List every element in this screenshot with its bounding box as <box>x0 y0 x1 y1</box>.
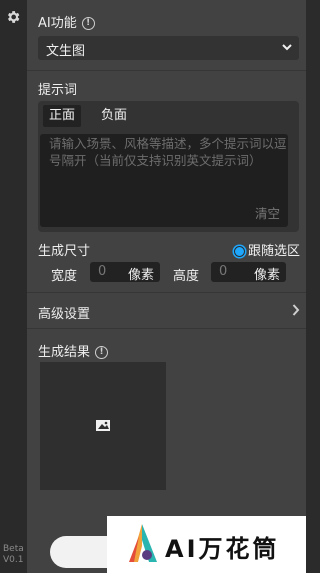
tab-positive[interactable]: 正面 <box>43 105 82 127</box>
width-input[interactable]: 0 像素 <box>90 262 160 283</box>
version-label: Beta V0.1 <box>3 544 24 565</box>
result-preview <box>40 362 166 490</box>
width-label: 宽度 <box>51 269 78 284</box>
width-value: 0 <box>98 264 107 279</box>
logo-icon <box>129 524 157 562</box>
follow-selection-checkbox[interactable]: 跟随选区 <box>234 240 300 259</box>
watermark-logo: AI万花筒 <box>107 516 306 573</box>
ai-function-title: AI功能! <box>38 12 95 31</box>
info-icon[interactable]: ! <box>95 346 109 359</box>
size-title: 生成尺寸 <box>38 244 91 259</box>
prompt-title: 提示词 <box>38 83 78 98</box>
height-label: 高度 <box>173 269 200 284</box>
clear-button[interactable]: 清空 <box>255 203 280 222</box>
radio-checked-icon <box>234 246 245 257</box>
prompt-placeholder: 请输入场景、风格等描述，多个提示词以逗号隔开（当前仅支持识别英文提示词） <box>49 136 287 168</box>
height-value: 0 <box>219 264 228 279</box>
ai-function-select[interactable]: 文生图 <box>38 36 299 60</box>
divider <box>27 328 306 329</box>
chevron-right-icon <box>292 304 300 316</box>
advanced-settings-title: 高级设置 <box>38 307 91 322</box>
main-panel: AI功能! 文生图 提示词 正面 负面 请输入场景、风格等描述，多个提示词以逗号… <box>27 0 306 573</box>
gear-icon[interactable] <box>5 9 21 25</box>
height-input[interactable]: 0 像素 <box>211 262 286 283</box>
divider <box>27 70 306 71</box>
width-unit: 像素 <box>127 268 154 283</box>
image-icon <box>96 420 110 431</box>
advanced-settings-row[interactable]: 高级设置 <box>27 293 306 327</box>
prompt-input[interactable]: 请输入场景、风格等描述，多个提示词以逗号隔开（当前仅支持识别英文提示词） 清空 <box>40 134 288 227</box>
left-sidebar: Beta V0.1 <box>0 0 27 573</box>
ai-function-value: 文生图 <box>46 44 86 59</box>
chevron-down-icon <box>282 44 292 51</box>
result-title: 生成结果! <box>38 341 109 360</box>
tab-negative[interactable]: 负面 <box>95 105 133 127</box>
info-icon[interactable]: ! <box>81 17 95 30</box>
height-unit: 像素 <box>253 268 280 283</box>
watermark-text: AI万花筒 <box>165 535 280 563</box>
